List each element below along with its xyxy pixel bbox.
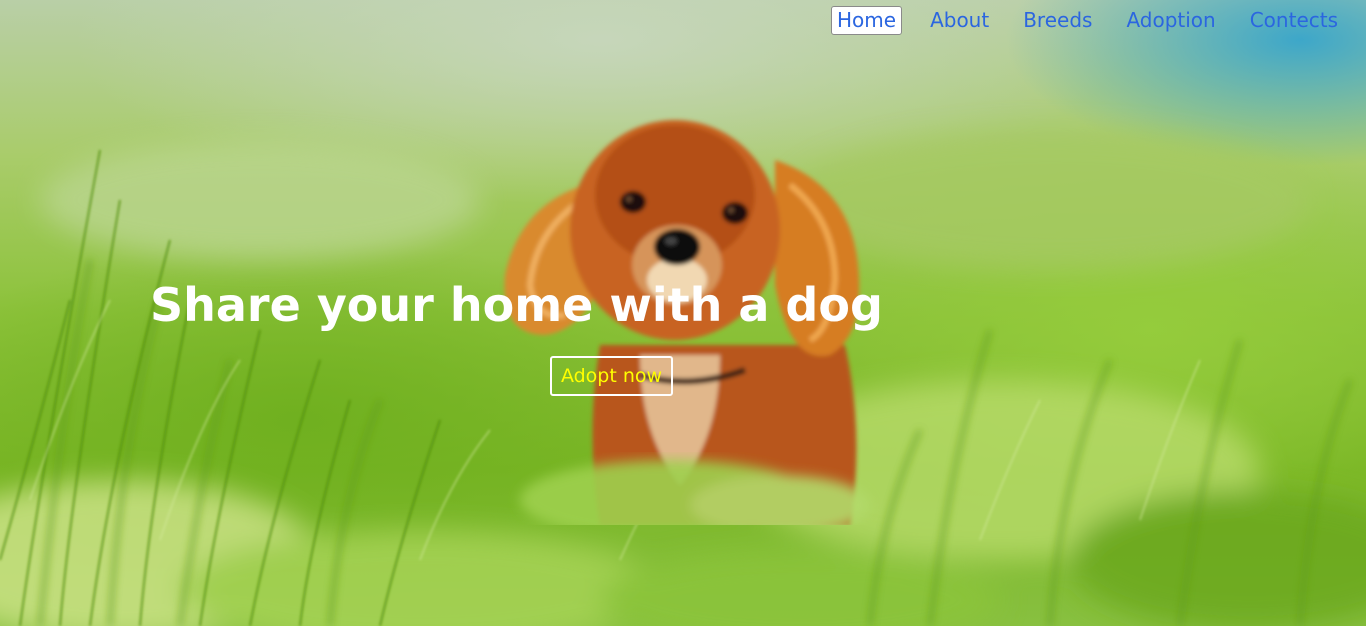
- nav-contacts-link[interactable]: Contects: [1244, 6, 1344, 35]
- main-nav: Home About Breeds Adoption Contects: [809, 6, 1344, 35]
- nav-home-link[interactable]: Home: [831, 6, 903, 35]
- nav-adoption-link[interactable]: Adoption: [1120, 6, 1221, 35]
- hero-section: Home About Breeds Adoption Contects Shar…: [0, 0, 1366, 626]
- hero-headline: Share your home with a dog: [150, 278, 883, 332]
- adopt-now-button[interactable]: Adopt now: [550, 356, 673, 396]
- nav-breeds-link[interactable]: Breeds: [1017, 6, 1098, 35]
- nav-about-link[interactable]: About: [924, 6, 995, 35]
